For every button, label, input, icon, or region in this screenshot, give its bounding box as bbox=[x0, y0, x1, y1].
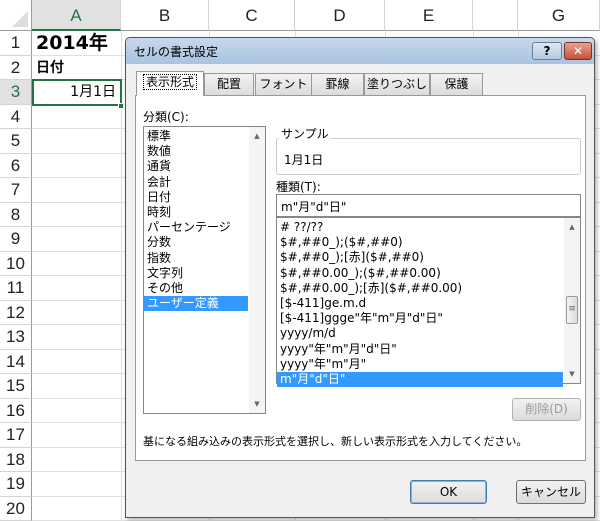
row-header-11[interactable]: 11 bbox=[0, 276, 32, 301]
cell-a1[interactable]: 2014年 bbox=[36, 31, 108, 56]
type-input[interactable]: m"月"d"日" bbox=[276, 194, 581, 217]
column-header-c[interactable]: C bbox=[209, 0, 295, 31]
row-header-15[interactable]: 15 bbox=[0, 374, 32, 399]
category-item[interactable]: 文字列 bbox=[144, 266, 248, 281]
format-item[interactable]: [$-411]ggge"年"m"月"d"日" bbox=[277, 311, 563, 326]
row-header-14[interactable]: 14 bbox=[0, 349, 32, 374]
category-label: 分類(C): bbox=[143, 110, 189, 124]
column-header-g[interactable]: G bbox=[518, 0, 600, 31]
tab-number[interactable]: 表示形式 bbox=[136, 71, 204, 96]
format-cells-dialog: セルの書式設定 ? ✕ 表示形式 配置 フォント 罫線 塗りつぶし 保護 分類(… bbox=[125, 37, 595, 518]
row-header-6[interactable]: 6 bbox=[0, 153, 32, 178]
category-list[interactable]: 標準 数値 通貨 会計 日付 時刻 パーセンテージ 分数 指数 文字列 その他 ユーザー定義 ▲ ▼ bbox=[143, 126, 266, 414]
row-header-9[interactable]: 9 bbox=[0, 227, 32, 252]
row-header-17[interactable]: 17 bbox=[0, 423, 32, 448]
category-item[interactable]: 日付 bbox=[144, 190, 248, 205]
category-item[interactable]: 時刻 bbox=[144, 205, 248, 220]
sample-value: 1月1日 bbox=[284, 153, 324, 167]
cell-a3-selected[interactable]: 1月1日 bbox=[32, 79, 122, 106]
format-item[interactable]: yyyy"年"m"月" bbox=[277, 357, 563, 372]
type-label: 種類(T): bbox=[276, 180, 321, 194]
scroll-down-arrow-icon[interactable]: ▼ bbox=[564, 367, 580, 381]
dialog-titlebar[interactable]: セルの書式設定 ? ✕ bbox=[126, 38, 594, 64]
column-header-a[interactable]: A bbox=[32, 0, 121, 31]
row-header-18[interactable]: 18 bbox=[0, 447, 32, 472]
category-item[interactable]: 分数 bbox=[144, 235, 248, 250]
format-item[interactable]: $#,##0_);($#,##0) bbox=[277, 235, 563, 250]
tab-fill[interactable]: 塗りつぶし bbox=[364, 73, 430, 95]
row-header-13[interactable]: 13 bbox=[0, 325, 32, 350]
row-header-10[interactable]: 10 bbox=[0, 251, 32, 276]
ok-button[interactable]: OK bbox=[410, 480, 487, 504]
number-format-panel: 分類(C): 標準 数値 通貨 会計 日付 時刻 パーセンテージ 分数 指数 文字列 その他 ユーザー… bbox=[135, 95, 586, 461]
format-item[interactable]: $#,##0_);[赤]($#,##0) bbox=[277, 250, 563, 265]
scroll-up-arrow-icon[interactable]: ▲ bbox=[249, 129, 265, 143]
row-header-5[interactable]: 5 bbox=[0, 129, 32, 154]
tab-alignment[interactable]: 配置 bbox=[204, 73, 254, 95]
dialog-title: セルの書式設定 bbox=[134, 45, 219, 59]
row-header-3[interactable]: 3 bbox=[0, 80, 32, 105]
category-item[interactable]: 指数 bbox=[144, 251, 248, 266]
category-item[interactable]: ユーザー定義 bbox=[144, 296, 248, 312]
description-text: 基になる組み込みの表示形式を選択し、新しい表示形式を入力してください。 bbox=[143, 435, 528, 448]
category-item[interactable]: 数値 bbox=[144, 144, 248, 159]
row-header-8[interactable]: 8 bbox=[0, 202, 32, 227]
category-item[interactable]: その他 bbox=[144, 281, 248, 296]
delete-button[interactable]: 削除(D) bbox=[512, 398, 581, 421]
select-all-corner[interactable] bbox=[0, 0, 32, 31]
row-header-7[interactable]: 7 bbox=[0, 178, 32, 203]
category-item[interactable]: 標準 bbox=[144, 129, 248, 144]
row-header-12[interactable]: 12 bbox=[0, 300, 32, 325]
scroll-up-arrow-icon[interactable]: ▲ bbox=[564, 220, 580, 234]
scroll-down-arrow-icon[interactable]: ▼ bbox=[249, 397, 265, 411]
category-item[interactable]: パーセンテージ bbox=[144, 220, 248, 235]
format-item[interactable]: yyyy"年"m"月"d"日" bbox=[277, 342, 563, 357]
row-header-4[interactable]: 4 bbox=[0, 104, 32, 129]
format-item[interactable]: [$-411]ge.m.d bbox=[277, 296, 563, 311]
category-item[interactable]: 会計 bbox=[144, 175, 248, 190]
tab-font[interactable]: フォント bbox=[255, 73, 312, 95]
row-header-16[interactable]: 16 bbox=[0, 398, 32, 423]
column-header-e[interactable]: E bbox=[385, 0, 473, 31]
format-item[interactable]: m"月"d"日" bbox=[277, 371, 563, 388]
sample-label: サンプル bbox=[279, 125, 331, 142]
fill-handle[interactable] bbox=[118, 103, 124, 109]
cell-a2[interactable]: 日付 bbox=[36, 56, 64, 80]
format-item[interactable]: yyyy/m/d bbox=[277, 326, 563, 341]
tab-border[interactable]: 罫線 bbox=[311, 73, 364, 95]
help-button[interactable]: ? bbox=[532, 42, 562, 60]
row-header-2[interactable]: 2 bbox=[0, 55, 32, 80]
format-list[interactable]: # ??/?? $#,##0_);($#,##0) $#,##0_);[赤]($#,… bbox=[276, 217, 581, 388]
cancel-button[interactable]: キャンセル bbox=[516, 480, 586, 504]
row-header-20[interactable]: 20 bbox=[0, 496, 32, 521]
column-header-d[interactable]: D bbox=[295, 0, 385, 31]
category-item[interactable]: 通貨 bbox=[144, 159, 248, 174]
category-scrollbar[interactable]: ▲ ▼ bbox=[249, 127, 265, 413]
tab-protection[interactable]: 保護 bbox=[430, 73, 483, 95]
scroll-thumb[interactable]: ≡ bbox=[566, 296, 578, 324]
format-item[interactable]: $#,##0.00_);[赤]($#,##0.00) bbox=[277, 281, 563, 296]
format-scrollbar[interactable]: ▲ ≡ ▼ bbox=[564, 218, 580, 383]
tab-label: 表示形式 bbox=[142, 74, 197, 90]
column-header-b[interactable]: B bbox=[121, 0, 209, 31]
row-header-19[interactable]: 19 bbox=[0, 472, 32, 497]
close-button[interactable]: ✕ bbox=[564, 42, 592, 60]
column-header-f[interactable] bbox=[473, 0, 518, 31]
format-item[interactable]: # ??/?? bbox=[277, 220, 563, 235]
row-header-1[interactable]: 1 bbox=[0, 31, 32, 56]
format-item[interactable]: $#,##0.00_);($#,##0.00) bbox=[277, 266, 563, 281]
